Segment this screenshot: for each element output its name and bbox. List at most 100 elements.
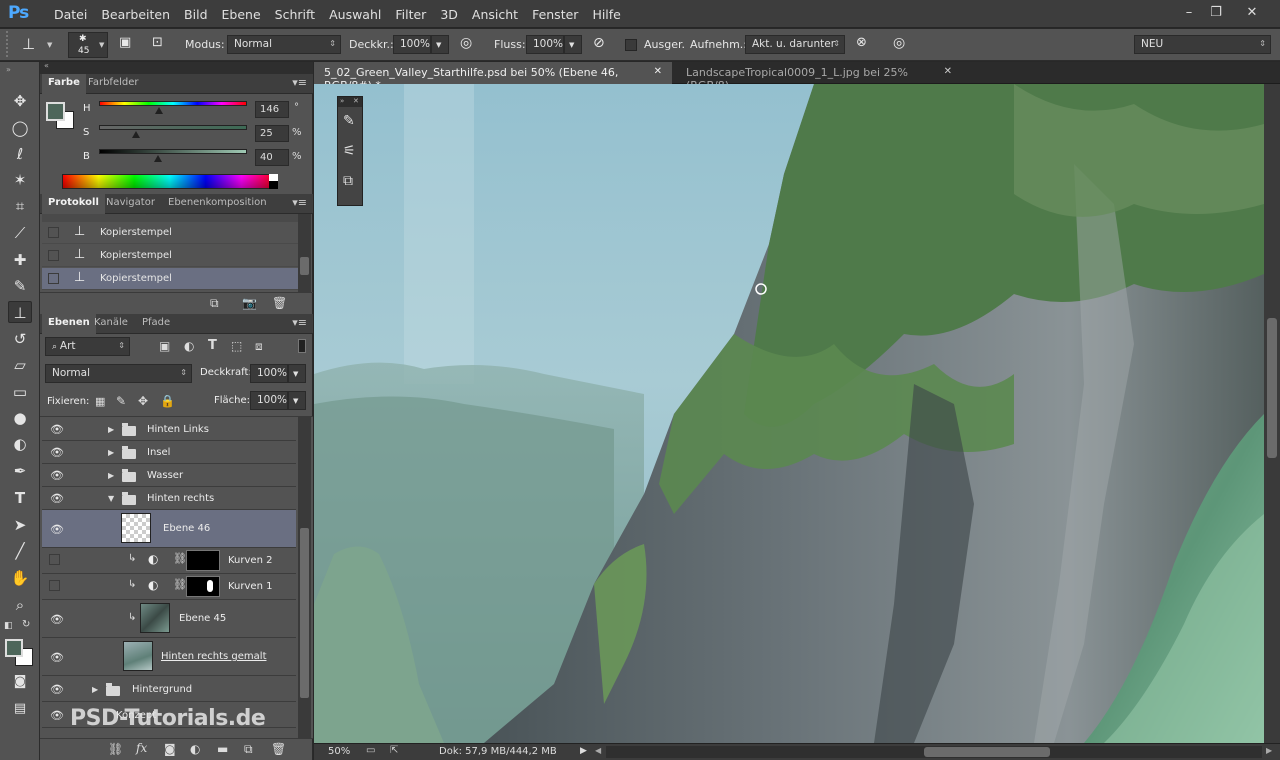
tab-protokoll[interactable]: Protokoll <box>42 194 105 214</box>
healing-brush-icon[interactable]: ✚ <box>8 249 32 271</box>
menu-filter[interactable]: Filter <box>388 0 433 28</box>
hue-slider-thumb[interactable] <box>154 107 163 114</box>
collapse-icon[interactable]: » <box>340 97 344 105</box>
menu-3d[interactable]: 3D <box>433 0 465 28</box>
scroll-right-icon[interactable]: ▶ <box>1266 746 1272 755</box>
history-item-selected[interactable]: ⊥ Kopierstempel <box>42 268 298 290</box>
new-document-from-state-icon[interactable]: ⧉ <box>210 296 219 311</box>
layer-group-hinten-rechts[interactable]: 👁 ▼ Hinten rechts <box>42 487 296 510</box>
brightness-slider[interactable] <box>99 149 247 154</box>
deckkr-dropdown[interactable]: ▼ <box>431 35 449 54</box>
deckkr-input[interactable]: 100% <box>393 35 431 54</box>
lock-position-icon[interactable]: ✥ <box>138 394 148 408</box>
collapse-triangle-icon[interactable]: ▼ <box>108 494 114 503</box>
layer-mask-thumbnail[interactable] <box>186 576 220 597</box>
eye-icon[interactable]: 👁 <box>50 523 64 536</box>
eye-icon[interactable]: 👁 <box>50 423 64 436</box>
snapshot-camera-icon[interactable]: 📷 <box>242 296 257 310</box>
tool-preset-dropdown[interactable]: ▼ <box>47 41 52 49</box>
saturation-slider[interactable] <box>99 125 247 130</box>
quick-mask-icon[interactable]: ◙ <box>8 671 32 693</box>
clone-source-icon[interactable]: ⊡ <box>152 35 163 50</box>
layer-kurven-1[interactable]: ↳ ◐ ⛓ Kurven 1 <box>42 574 296 600</box>
eye-icon[interactable]: 👁 <box>50 683 64 696</box>
document-canvas[interactable] <box>314 84 1264 743</box>
trash-icon[interactable]: 🗑 <box>271 742 286 756</box>
fluss-dropdown[interactable]: ▼ <box>564 35 582 54</box>
tab-document-1[interactable]: 5_02_Green_Valley_Starthilfe.psd bei 50%… <box>314 62 672 92</box>
proof-icon[interactable]: ▭ <box>366 745 375 756</box>
hue-slider[interactable] <box>99 101 247 106</box>
layer-group-hinten-links[interactable]: 👁 ▶ Hinten Links <box>42 418 296 441</box>
pressure-size-icon[interactable]: ◎ <box>893 35 905 51</box>
brush-preset-picker[interactable]: ✱ 45 ▼ <box>68 32 108 58</box>
lasso-icon[interactable]: ℓ <box>8 143 32 165</box>
history-item[interactable]: ⊥ Kopierstempel <box>42 222 298 244</box>
expand-triangle-icon[interactable]: ▶ <box>108 425 114 434</box>
ellipse-marquee-icon[interactable]: ◯ <box>8 117 32 139</box>
canvas-vertical-scrollbar[interactable] <box>1264 84 1280 743</box>
fill-dropdown[interactable]: ▼ <box>288 391 306 410</box>
link-icon[interactable]: ⛓ <box>173 552 187 565</box>
new-adjustment-icon[interactable]: ◐ <box>190 742 200 756</box>
canvas-hscroll-thumb[interactable] <box>924 747 1050 757</box>
eye-icon[interactable]: 👁 <box>50 651 64 664</box>
history-checkbox[interactable] <box>48 250 59 261</box>
color-ramp-white[interactable] <box>269 174 278 181</box>
s-value[interactable]: 25 <box>255 125 289 142</box>
minimize-button[interactable]: – <box>1177 3 1201 23</box>
tab-farbfelder[interactable]: Farbfelder <box>82 74 144 94</box>
magic-wand-icon[interactable]: ✶ <box>8 169 32 191</box>
b-value[interactable]: 40 <box>255 149 289 166</box>
color-ramp-black[interactable] <box>269 181 278 189</box>
brush-icon[interactable]: ✎ <box>8 275 32 297</box>
color-fg-swatch[interactable] <box>46 102 65 121</box>
menu-bearbeiten[interactable]: Bearbeiten <box>94 0 177 28</box>
screen-mode-icon[interactable]: ▤ <box>8 698 32 720</box>
adjustment-filter-icon[interactable]: ◐ <box>184 339 194 353</box>
opacity-input[interactable]: 100% <box>250 364 288 383</box>
lock-pixels-icon[interactable]: ✎ <box>116 394 126 408</box>
path-select-icon[interactable]: ➤ <box>8 514 32 536</box>
tab-document-2[interactable]: LandscapeTropical0009_1_L.jpg bei 25% (R… <box>676 62 962 92</box>
link-icon[interactable]: ⛓ <box>173 578 187 591</box>
foreground-color-swatch[interactable] <box>5 639 23 657</box>
layer-ebene-45[interactable]: 👁 ↳ Ebene 45 <box>42 600 296 638</box>
eye-icon[interactable]: 👁 <box>50 709 64 722</box>
saturation-slider-thumb[interactable] <box>132 131 140 138</box>
brightness-slider-thumb[interactable] <box>154 155 163 162</box>
restore-button[interactable]: ❐ <box>1204 3 1228 23</box>
brush-settings-icon[interactable]: ⚟ <box>343 143 356 159</box>
h-value[interactable]: 146 <box>255 101 289 118</box>
add-mask-icon[interactable]: ◙ <box>164 742 176 756</box>
pressure-opacity-icon[interactable]: ◎ <box>460 35 472 51</box>
menu-schrift[interactable]: Schrift <box>268 0 322 28</box>
line-tool-icon[interactable]: ╱ <box>8 540 32 562</box>
canvas-scroll-thumb[interactable] <box>1267 318 1277 458</box>
layers-scroll-thumb[interactable] <box>300 528 309 698</box>
default-colors-icon[interactable]: ◧ <box>4 621 13 631</box>
lock-transparency-icon[interactable]: ▦ <box>95 395 105 408</box>
eraser-icon[interactable]: ▱ <box>8 354 32 376</box>
layer-group-hintergrund[interactable]: 👁 ▶ Hintergrund <box>42 676 296 702</box>
canvas-horizontal-scrollbar[interactable] <box>606 746 1262 758</box>
close-icon[interactable]: ✕ <box>353 97 359 105</box>
color-ramp[interactable] <box>62 174 278 189</box>
link-layers-icon[interactable]: ⛓ <box>108 742 123 756</box>
menu-datei[interactable]: Datei <box>47 0 94 28</box>
layer-filter-select[interactable]: ⌕ Art ⇕ <box>45 337 130 356</box>
layer-kurven-2[interactable]: ↳ ◐ ⛓ Kurven 2 <box>42 548 296 574</box>
fx-icon[interactable]: fx <box>136 741 147 755</box>
eye-icon[interactable]: 👁 <box>50 446 64 459</box>
tab-pfade[interactable]: Pfade <box>136 314 176 334</box>
pen-icon[interactable]: ✒ <box>8 460 32 482</box>
eye-icon[interactable]: 👁 <box>50 613 64 626</box>
close-icon[interactable]: ✕ <box>654 66 662 77</box>
history-checkbox[interactable] <box>48 227 59 238</box>
fluss-input[interactable]: 100% <box>526 35 564 54</box>
type-filter-icon[interactable]: T <box>208 338 217 353</box>
collapse-icon[interactable]: » <box>6 65 11 74</box>
gradient-icon[interactable]: ▭ <box>8 381 32 403</box>
lock-all-icon[interactable]: 🔒 <box>160 394 175 408</box>
layer-mask-thumbnail[interactable] <box>186 550 220 571</box>
